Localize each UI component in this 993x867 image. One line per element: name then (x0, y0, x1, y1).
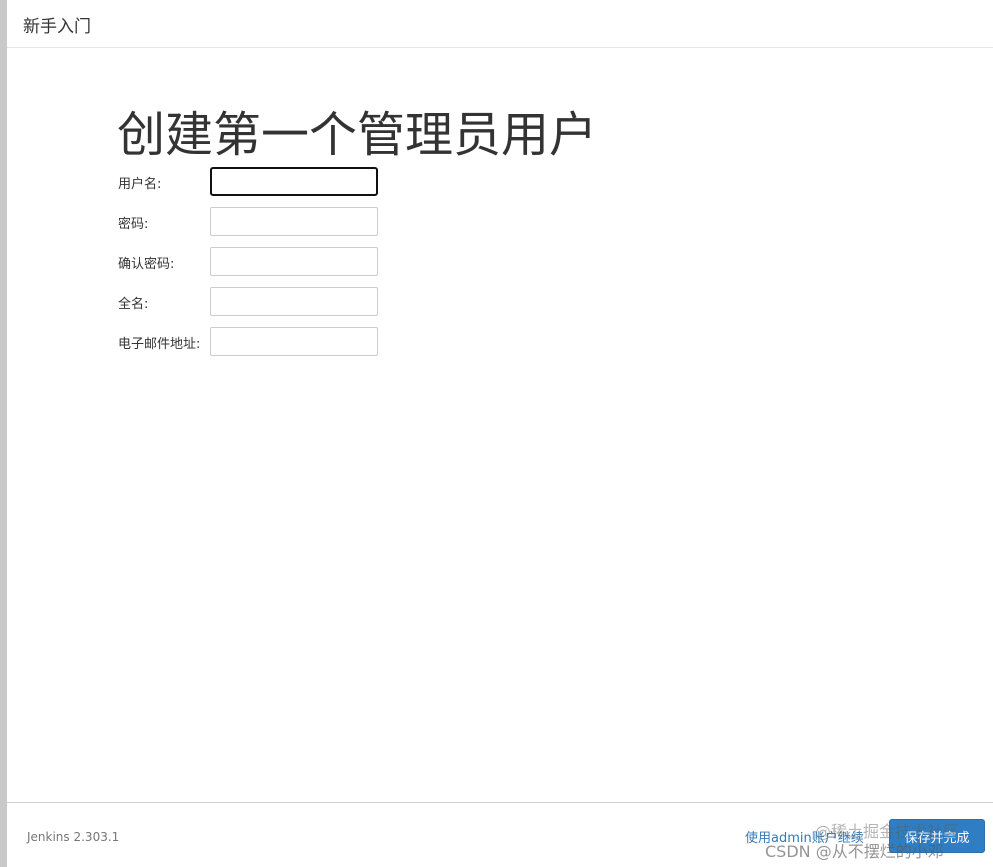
email-input[interactable] (210, 327, 378, 356)
username-label: 用户名: (118, 177, 162, 192)
window-left-edge (0, 0, 7, 867)
header-title: 新手入门 (23, 17, 91, 37)
fullname-input[interactable] (210, 287, 378, 316)
confirm-password-input[interactable] (210, 247, 378, 276)
wizard-header: 新手入门 (7, 0, 993, 48)
fullname-label: 全名: (118, 297, 149, 312)
password-label: 密码: (118, 217, 149, 232)
save-and-finish-button[interactable]: 保存并完成 (889, 819, 985, 853)
page-title: 创建第一个管理员用户 (117, 107, 598, 163)
password-row: 密码: (118, 207, 398, 237)
email-row: 电子邮件地址: (118, 327, 398, 357)
wizard-footer: Jenkins 2.303.1 使用admin账户继续 保存并完成 (7, 802, 993, 867)
wizard-content: 创建第一个管理员用户 用户名: 密码: 确认密码: 全名: 电子邮件地址: (7, 49, 993, 801)
confirm-password-row: 确认密码: (118, 247, 398, 277)
username-input[interactable] (210, 167, 378, 196)
setup-wizard-window: 新手入门 创建第一个管理员用户 用户名: 密码: 确认密码: 全名: 电子邮件地… (0, 0, 993, 867)
fullname-row: 全名: (118, 287, 398, 317)
continue-as-admin-link[interactable]: 使用admin账户继续 (745, 827, 864, 846)
confirm-password-label: 确认密码: (118, 257, 175, 272)
jenkins-version: Jenkins 2.303.1 (27, 830, 120, 844)
password-input[interactable] (210, 207, 378, 236)
username-row: 用户名: (118, 167, 398, 197)
email-label: 电子邮件地址: (118, 337, 201, 352)
